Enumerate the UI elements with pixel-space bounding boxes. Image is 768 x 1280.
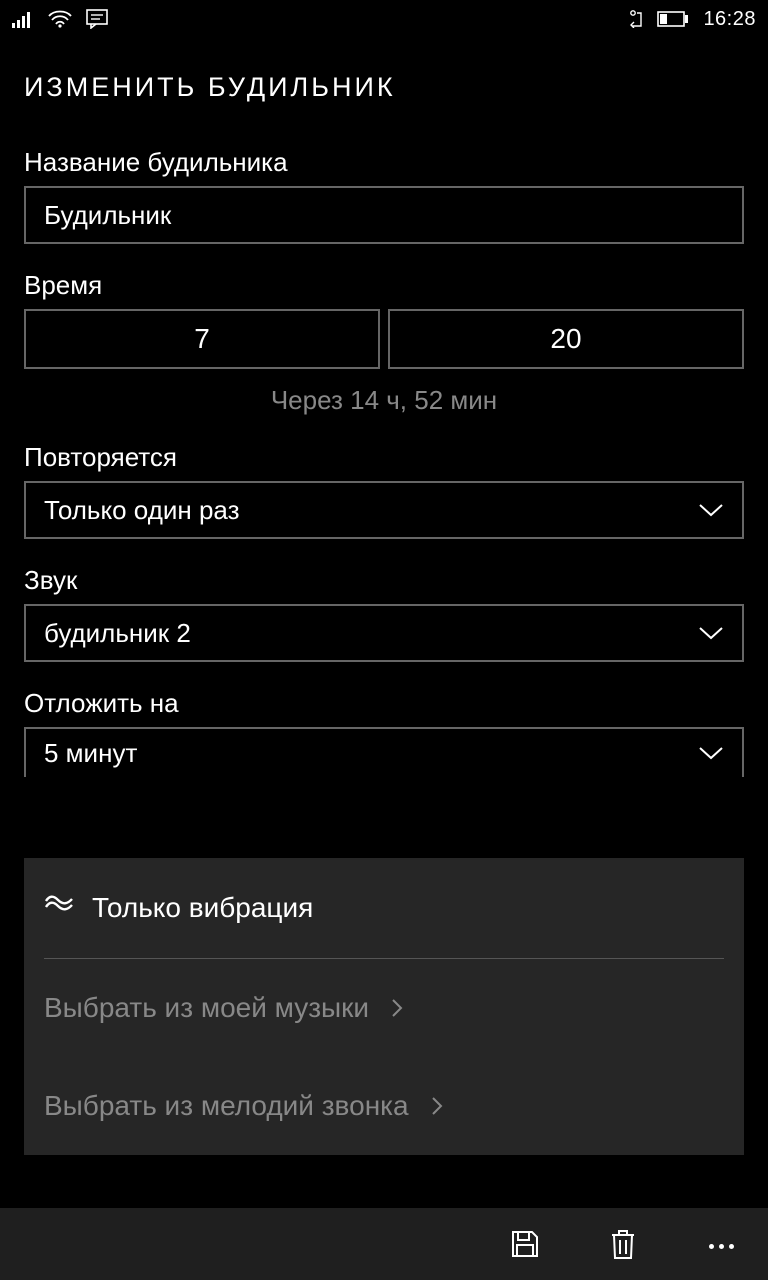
minute-value: 20: [550, 323, 581, 355]
hour-picker[interactable]: 7: [24, 309, 380, 369]
snooze-dropdown[interactable]: 5 минут: [24, 727, 744, 777]
save-button[interactable]: [508, 1227, 542, 1261]
vibrate-icon: [44, 892, 74, 924]
vibrate-only-option[interactable]: Только вибрация: [44, 858, 724, 958]
vibrate-only-label: Только вибрация: [92, 892, 313, 924]
from-ringtones-option[interactable]: Выбрать из мелодий звонка: [44, 1057, 724, 1155]
chevron-down-icon: [698, 503, 724, 517]
alarm-name-label: Название будильника: [24, 147, 744, 178]
alarm-name-input[interactable]: Будильник: [24, 186, 744, 244]
more-icon: [709, 1244, 734, 1249]
chevron-down-icon: [698, 626, 724, 640]
time-label: Время: [24, 270, 744, 301]
minute-picker[interactable]: 20: [388, 309, 744, 369]
wifi-icon: [48, 10, 72, 28]
snooze-value: 5 минут: [44, 738, 137, 769]
sound-options-popup: Только вибрация Выбрать из моей музыки В…: [24, 858, 744, 1155]
chevron-down-icon: [698, 746, 724, 760]
from-my-music-label: Выбрать из моей музыки: [44, 992, 369, 1024]
snooze-label: Отложить на: [24, 688, 744, 719]
chevron-right-icon: [387, 998, 403, 1018]
sound-dropdown[interactable]: будильник 2: [24, 604, 744, 662]
sound-label: Звук: [24, 565, 744, 596]
page-title: ИЗМЕНИТЬ БУДИЛЬНИК: [0, 36, 768, 121]
message-icon: [86, 9, 108, 29]
repeat-value: Только один раз: [44, 495, 240, 526]
alarm-name-value: Будильник: [44, 200, 171, 231]
hour-value: 7: [194, 323, 210, 355]
sound-value: будильник 2: [44, 618, 191, 649]
signal-icon: [12, 10, 34, 28]
from-my-music-option[interactable]: Выбрать из моей музыки: [44, 959, 724, 1057]
delete-button[interactable]: [606, 1227, 640, 1261]
time-remaining: Через 14 ч, 52 мин: [24, 385, 744, 416]
battery-icon: [657, 11, 689, 27]
status-bar: 16:28: [0, 0, 768, 36]
chevron-right-icon: [427, 1096, 443, 1116]
command-bar: [0, 1208, 768, 1280]
repeat-dropdown[interactable]: Только один раз: [24, 481, 744, 539]
sync-icon: [629, 10, 643, 28]
more-button[interactable]: [704, 1227, 738, 1261]
repeat-label: Повторяется: [24, 442, 744, 473]
from-ringtones-label: Выбрать из мелодий звонка: [44, 1090, 409, 1122]
status-time: 16:28: [703, 8, 756, 31]
